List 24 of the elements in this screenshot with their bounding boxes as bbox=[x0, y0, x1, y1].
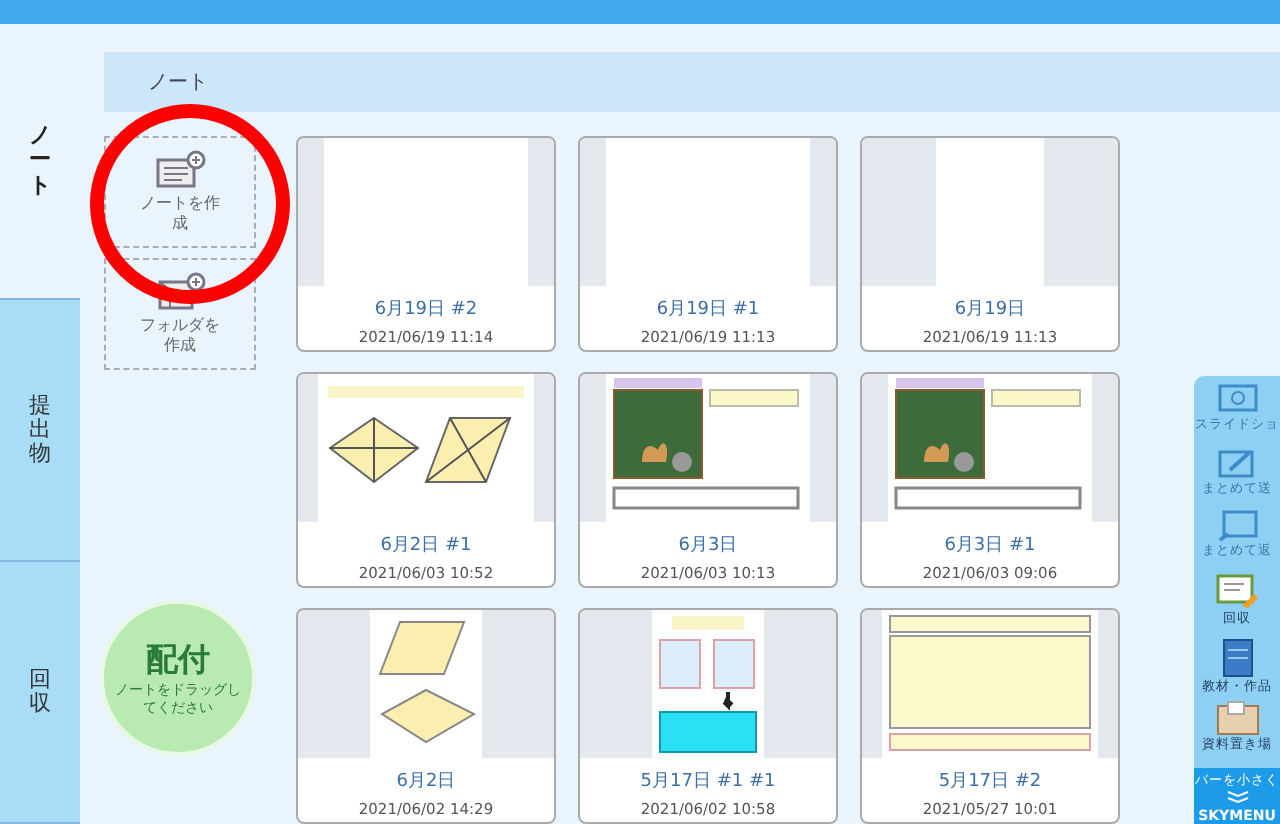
pen-screen-icon bbox=[1217, 447, 1257, 480]
section-header: ノート bbox=[104, 52, 1280, 112]
create-button[interactable]: ノートを作成 bbox=[104, 136, 256, 248]
note-title: 6月3日 bbox=[676, 534, 740, 558]
note-title: 6月19日 #1 bbox=[654, 298, 762, 322]
note-title: 6月3日 #1 bbox=[942, 534, 1038, 558]
note-title: 6月2日 bbox=[394, 770, 458, 794]
screen-icon bbox=[1217, 510, 1257, 543]
note-title: 6月19日 #2 bbox=[372, 298, 480, 322]
note-title: 6月2日 #1 bbox=[378, 534, 474, 558]
box-icon bbox=[1215, 700, 1259, 737]
double-chevron-icon bbox=[1225, 790, 1249, 805]
note-title: 6月19日 bbox=[952, 298, 1028, 322]
distribute-label: 配付 bbox=[146, 640, 210, 683]
note-title: 5月17日 #1 #1 bbox=[638, 770, 778, 794]
note-plus-icon bbox=[154, 150, 206, 191]
note-hand-icon bbox=[1215, 574, 1259, 611]
book-icon bbox=[1221, 637, 1253, 678]
folder-plus-icon bbox=[154, 272, 206, 313]
note-title: 5月17日 #2 bbox=[936, 770, 1044, 794]
create-button[interactable]: フォルダを作成 bbox=[104, 258, 256, 370]
side-tab[interactable]: 回収 bbox=[0, 562, 80, 824]
screen-icon bbox=[1217, 384, 1257, 416]
side-tab[interactable]: 提出物 bbox=[0, 300, 80, 562]
